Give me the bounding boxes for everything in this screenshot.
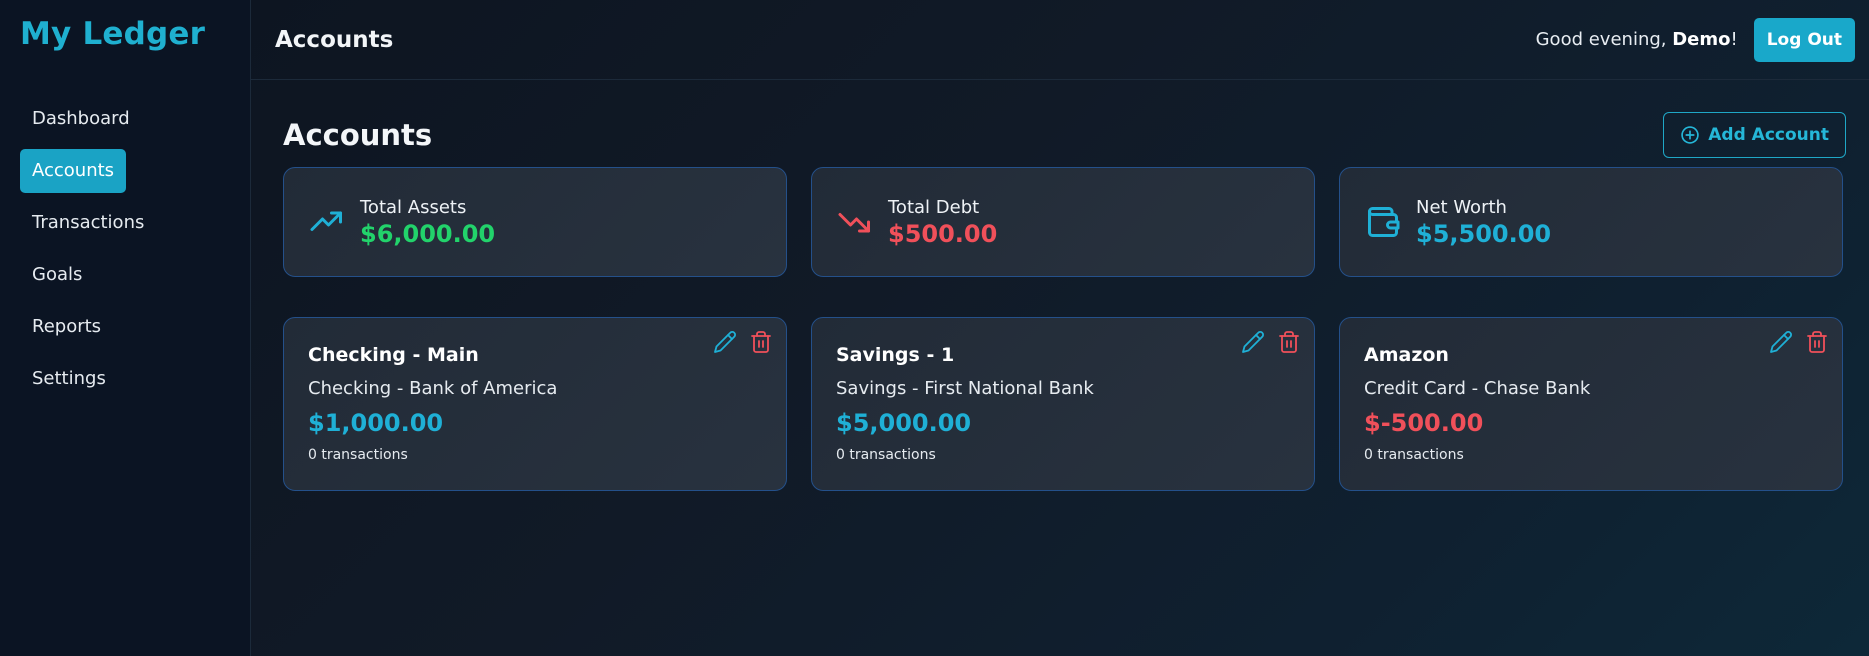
accounts-page: Accounts Add Account Total Assets $6,000… [251, 80, 1869, 491]
page-title: Accounts [283, 118, 433, 152]
greeting-text: Good evening, Demo! [1536, 29, 1738, 50]
summary-card-total-debt: Total Debt $500.00 [811, 167, 1315, 277]
summary-label: Total Assets [360, 196, 467, 218]
page-header: Accounts Add Account [283, 112, 1846, 158]
summary-value: $500.00 [888, 219, 998, 248]
sidebar-item-settings[interactable]: Settings [20, 357, 118, 401]
summary-label: Net Worth [1416, 196, 1507, 218]
summary-text: Total Debt $500.00 [888, 197, 997, 248]
summary-text: Net Worth $5,500.00 [1416, 197, 1551, 248]
account-subtitle: Savings - First National Bank [836, 378, 1094, 399]
account-balance: $1,000.00 [308, 409, 444, 437]
summary-value: $5,500.00 [1416, 219, 1552, 248]
summary-value: $6,000.00 [360, 219, 496, 248]
card-actions [1240, 329, 1302, 355]
account-balance: $5,000.00 [836, 409, 972, 437]
sidebar-item-accounts[interactable]: Accounts [20, 149, 127, 193]
sidebar: My Ledger Dashboard Accounts Transaction… [0, 0, 251, 656]
app-logo[interactable]: My Ledger [20, 14, 230, 66]
summary-text: Total Assets $6,000.00 [360, 197, 495, 248]
logout-button[interactable]: Log Out [1753, 17, 1855, 62]
plus-circle-icon [1680, 125, 1700, 145]
account-cards: Checking - Main Checking - Bank of Ameri… [283, 317, 1846, 491]
app-root: My Ledger Dashboard Accounts Transaction… [0, 0, 1869, 656]
greeting-suffix: ! [1730, 29, 1738, 50]
main-area: Accounts Good evening, Demo! Log Out Acc… [251, 0, 1869, 656]
account-name: Checking - Main [308, 344, 479, 366]
delete-trash-icon[interactable] [748, 329, 774, 355]
account-name: Amazon [1364, 344, 1449, 366]
header-title: Accounts [275, 26, 394, 53]
account-balance: $-500.00 [1364, 409, 1484, 437]
sidebar-item-transactions[interactable]: Transactions [20, 201, 156, 245]
top-bar: Accounts Good evening, Demo! Log Out [251, 0, 1869, 80]
delete-trash-icon[interactable] [1804, 329, 1830, 355]
account-card[interactable]: Amazon Credit Card - Chase Bank $-500.00… [1339, 317, 1843, 491]
edit-pencil-icon[interactable] [712, 329, 738, 355]
sidebar-nav: Dashboard Accounts Transactions Goals Re… [20, 97, 230, 401]
account-subtitle: Credit Card - Chase Bank [1364, 378, 1591, 399]
account-transaction-count: 0 transactions [308, 447, 408, 463]
trending-up-icon [308, 203, 346, 241]
account-card[interactable]: Savings - 1 Savings - First National Ban… [811, 317, 1315, 491]
account-transaction-count: 0 transactions [836, 447, 936, 463]
greeting-prefix: Good evening, [1535, 29, 1673, 50]
wallet-icon [1364, 203, 1402, 241]
card-actions [1768, 329, 1830, 355]
add-account-button[interactable]: Add Account [1663, 112, 1846, 158]
account-transaction-count: 0 transactions [1364, 447, 1464, 463]
sidebar-item-reports[interactable]: Reports [20, 305, 113, 349]
summary-card-total-assets: Total Assets $6,000.00 [283, 167, 787, 277]
add-account-label: Add Account [1708, 125, 1829, 145]
card-actions [712, 329, 774, 355]
account-name: Savings - 1 [836, 344, 955, 366]
header-user-area: Good evening, Demo! Log Out [1536, 17, 1855, 62]
summary-card-net-worth: Net Worth $5,500.00 [1339, 167, 1843, 277]
edit-pencil-icon[interactable] [1768, 329, 1794, 355]
trending-down-icon [836, 203, 874, 241]
summary-label: Total Debt [888, 196, 980, 218]
sidebar-item-dashboard[interactable]: Dashboard [20, 97, 142, 141]
account-card[interactable]: Checking - Main Checking - Bank of Ameri… [283, 317, 787, 491]
edit-pencil-icon[interactable] [1240, 329, 1266, 355]
account-subtitle: Checking - Bank of America [308, 378, 558, 399]
delete-trash-icon[interactable] [1276, 329, 1302, 355]
summary-cards: Total Assets $6,000.00 Total Debt $500.0… [283, 167, 1846, 277]
user-name: Demo [1672, 29, 1731, 50]
sidebar-item-goals[interactable]: Goals [20, 253, 94, 297]
